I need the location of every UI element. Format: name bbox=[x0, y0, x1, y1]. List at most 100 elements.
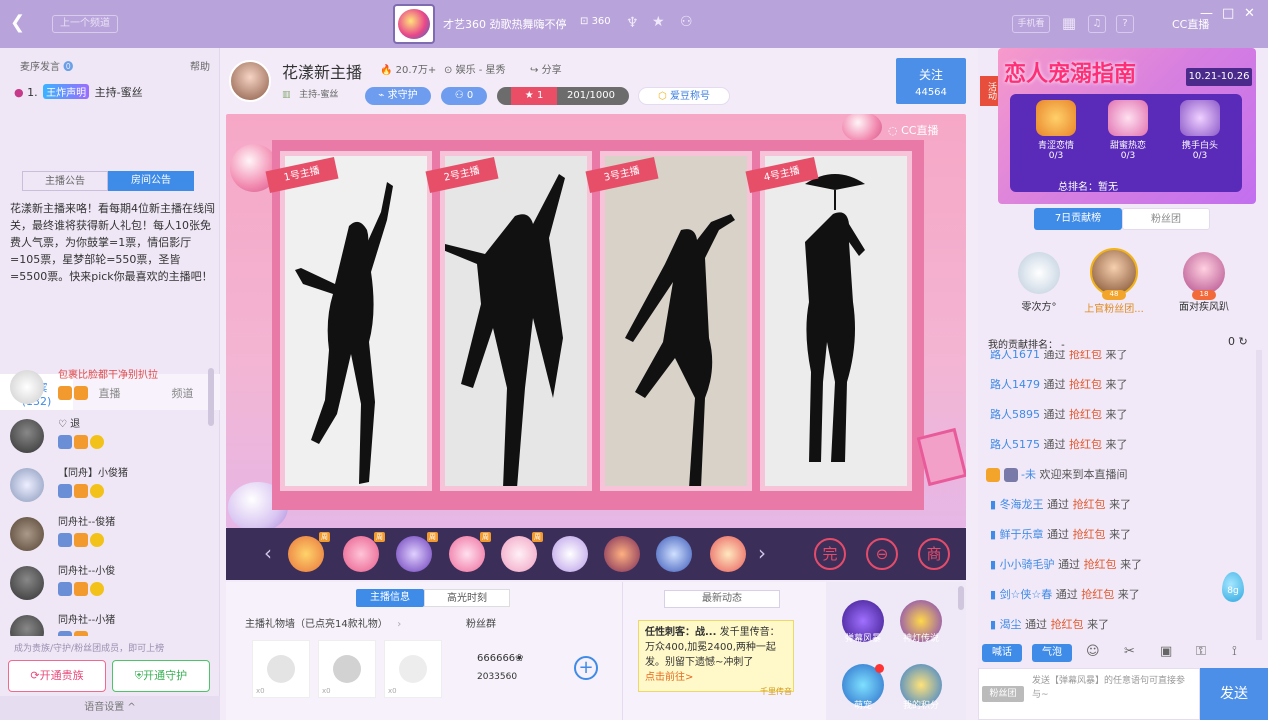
banner-item[interactable]: 甜蜜热恋 0/3 bbox=[1098, 100, 1158, 161]
gift-drop-badge[interactable]: 8g bbox=[1222, 572, 1244, 602]
phone-watch-button[interactable]: 手机看 bbox=[1012, 15, 1050, 33]
user-list-scrollbar[interactable] bbox=[208, 368, 214, 426]
pet-button[interactable]: 萌宠 bbox=[842, 664, 884, 711]
gift-item[interactable] bbox=[710, 536, 746, 572]
my-points-button[interactable]: 我的积分 bbox=[900, 664, 942, 711]
open-noble-button[interactable]: ⟳开通贵族 bbox=[8, 660, 106, 692]
barrage-storm-button[interactable]: 弹幕风暴 bbox=[842, 600, 884, 644]
scissors-icon[interactable]: ✂ bbox=[1124, 644, 1135, 659]
pin-icon[interactable]: ⟟ bbox=[1232, 644, 1237, 659]
open-guard-button[interactable]: ⛨开通守护 bbox=[112, 660, 210, 692]
anchor-panel-2[interactable]: 2号主播 bbox=[425, 151, 592, 491]
tab-anchor-announcement[interactable]: 主播公告 bbox=[22, 171, 108, 191]
help-icon[interactable]: ? bbox=[1116, 15, 1134, 33]
chat-red-packet[interactable]: 抢红包 bbox=[1073, 498, 1106, 511]
chat-message[interactable]: 路人1479 通过 抢红包 来了 bbox=[978, 370, 1246, 400]
gift-item[interactable] bbox=[656, 536, 692, 572]
chat-red-packet[interactable]: 抢红包 bbox=[1069, 350, 1102, 361]
chat-red-packet[interactable]: 抢红包 bbox=[1069, 408, 1102, 421]
share-button[interactable]: ↪ 分享 bbox=[530, 61, 562, 76]
lock-icon[interactable]: ⚿ bbox=[1196, 644, 1206, 659]
gift-item[interactable]: 周 bbox=[343, 532, 385, 572]
chat-user[interactable]: -未 bbox=[1021, 468, 1036, 481]
anchor-avatar[interactable] bbox=[229, 60, 271, 102]
send-button[interactable]: 发送 bbox=[1200, 668, 1268, 720]
video-stage[interactable]: ◌ CC直播 1号主播 2号主播 3号主播 4号主播 bbox=[226, 114, 966, 528]
join-fans-group-button[interactable]: + bbox=[574, 656, 598, 680]
activity-side-tag[interactable]: 活动 bbox=[980, 76, 998, 106]
chat-user[interactable]: 路人1479 bbox=[990, 378, 1040, 391]
request-guard-button[interactable]: ⌁ 求守护 bbox=[365, 87, 431, 105]
podium-item[interactable]: 零次方° bbox=[1007, 252, 1071, 313]
refresh-icon[interactable]: ↻ bbox=[1239, 335, 1248, 348]
news-card[interactable]: 任性刺客：战... 发千里传音：万众400,加冕2400,两种一起发。别留下遗憾… bbox=[638, 620, 794, 692]
gift-wall-item[interactable]: x0 bbox=[252, 640, 310, 698]
voice-settings-button[interactable]: 语音设置 ^ bbox=[0, 696, 220, 720]
users-icon[interactable]: ⚇ bbox=[680, 14, 693, 30]
latest-news-button[interactable]: 最新动态 bbox=[664, 590, 780, 608]
follow-button[interactable]: 关注 44564 bbox=[896, 58, 966, 104]
tab-fans-club[interactable]: 粉丝团 bbox=[1122, 208, 1210, 230]
gift-item[interactable] bbox=[552, 536, 588, 572]
idol-title-button[interactable]: ⬡ 爱豆称号 bbox=[638, 87, 730, 105]
chat-message[interactable]: ▮ 剑☆侠☆春 通过 抢红包 来了 bbox=[978, 580, 1246, 610]
complete-icon[interactable]: 完 bbox=[814, 538, 846, 570]
gift-item[interactable]: 周 bbox=[288, 532, 330, 572]
close-button[interactable]: ✕ bbox=[1244, 6, 1255, 21]
gift-wall-item[interactable]: x0 bbox=[318, 640, 376, 698]
user-row[interactable]: 同舟社--小猪 bbox=[0, 607, 220, 636]
tab-room-announcement[interactable]: 房间公告 bbox=[108, 171, 194, 191]
anchor-panel-3[interactable]: 3号主播 bbox=[585, 151, 752, 491]
lower-scrollbar[interactable] bbox=[958, 586, 964, 610]
fan-club-badge[interactable]: 粉丝团 bbox=[982, 686, 1024, 702]
chat-user[interactable]: 冬海龙王 bbox=[1000, 498, 1044, 511]
chat-message[interactable]: 路人5175 通过 抢红包 来了 bbox=[978, 430, 1246, 460]
chat-user[interactable]: 路人1671 bbox=[990, 350, 1040, 361]
fans-count[interactable]: ⚇ 0 bbox=[441, 87, 487, 105]
emoji-icon[interactable]: ☺ bbox=[1086, 644, 1100, 659]
banner-item[interactable]: 携手白头 0/3 bbox=[1170, 100, 1230, 161]
chat-user[interactable]: 小小骑毛驴 bbox=[1000, 558, 1055, 571]
podium-item[interactable]: 48 上官粉丝团... bbox=[1082, 248, 1146, 315]
mic-queue-item[interactable]: ● 1. 王炸声明 主持-蜜丝 bbox=[14, 84, 143, 100]
chat-scrollbar[interactable] bbox=[1256, 350, 1262, 640]
chat-message[interactable]: ▮ 鲜于乐章 通过 抢红包 来了 bbox=[978, 520, 1246, 550]
gift-next-arrow-icon[interactable]: › bbox=[758, 541, 766, 565]
shout-button[interactable]: 喊话 bbox=[982, 644, 1022, 662]
chat-message[interactable]: ▮ 小小骑毛驴 通过 抢红包 来了 bbox=[978, 550, 1246, 580]
chat-message[interactable]: 路人5895 通过 抢红包 来了 bbox=[978, 400, 1246, 430]
chat-red-packet[interactable]: 抢红包 bbox=[1081, 588, 1114, 601]
chat-user[interactable]: 鲜于乐章 bbox=[1000, 528, 1044, 541]
prev-channel-button[interactable]: 上一个频道 bbox=[52, 15, 118, 33]
grid-icon[interactable]: ▦ bbox=[1060, 15, 1078, 33]
chat-red-packet[interactable]: 抢红包 bbox=[1051, 618, 1084, 631]
gift-item[interactable]: 周 bbox=[449, 532, 491, 572]
tab-anchor-info[interactable]: 主播信息 bbox=[356, 589, 424, 607]
magic-lamp-button[interactable]: 神灯传说 bbox=[900, 600, 942, 644]
maximize-button[interactable]: □ bbox=[1222, 6, 1234, 21]
image-icon[interactable]: ▣ bbox=[1160, 644, 1172, 659]
minimize-button[interactable]: — bbox=[1200, 6, 1213, 21]
chat-red-packet[interactable]: 抢红包 bbox=[1069, 378, 1102, 391]
bubble-button[interactable]: 气泡 bbox=[1032, 644, 1072, 662]
gift-item[interactable] bbox=[604, 536, 640, 572]
chat-message[interactable]: -未 欢迎来到本直播间 bbox=[978, 460, 1246, 490]
chat-user[interactable]: 渴尘 bbox=[1000, 618, 1022, 631]
star-icon[interactable]: ★ bbox=[652, 14, 665, 30]
chat-message[interactable]: ▮ 渴尘 通过 抢红包 来了 bbox=[978, 610, 1246, 640]
mic-icon[interactable]: ♆ bbox=[626, 15, 639, 31]
gift-prev-arrow-icon[interactable]: ‹ bbox=[264, 541, 272, 565]
chat-red-packet[interactable]: 抢红包 bbox=[1073, 528, 1106, 541]
back-arrow-icon[interactable]: ❮ bbox=[10, 12, 34, 36]
chat-message[interactable]: 路人1671 通过 抢红包 来了 bbox=[978, 350, 1246, 370]
podium-item[interactable]: 18 面对疾风趴 bbox=[1172, 252, 1236, 313]
gift-item[interactable]: 周 bbox=[396, 532, 438, 572]
tab-7day-rank[interactable]: 7日贡献榜 bbox=[1034, 208, 1122, 230]
chat-red-packet[interactable]: 抢红包 bbox=[1069, 438, 1102, 451]
user-row[interactable]: 同舟社--俊猪 bbox=[0, 509, 220, 558]
gift-item[interactable]: 周 bbox=[501, 532, 543, 572]
category[interactable]: ⊙ 娱乐 - 星秀 bbox=[444, 61, 506, 76]
user-row[interactable]: ♡ 退 bbox=[0, 411, 220, 460]
chat-user[interactable]: 剑☆侠☆春 bbox=[1000, 588, 1053, 601]
chat-red-packet[interactable]: 抢红包 bbox=[1084, 558, 1117, 571]
